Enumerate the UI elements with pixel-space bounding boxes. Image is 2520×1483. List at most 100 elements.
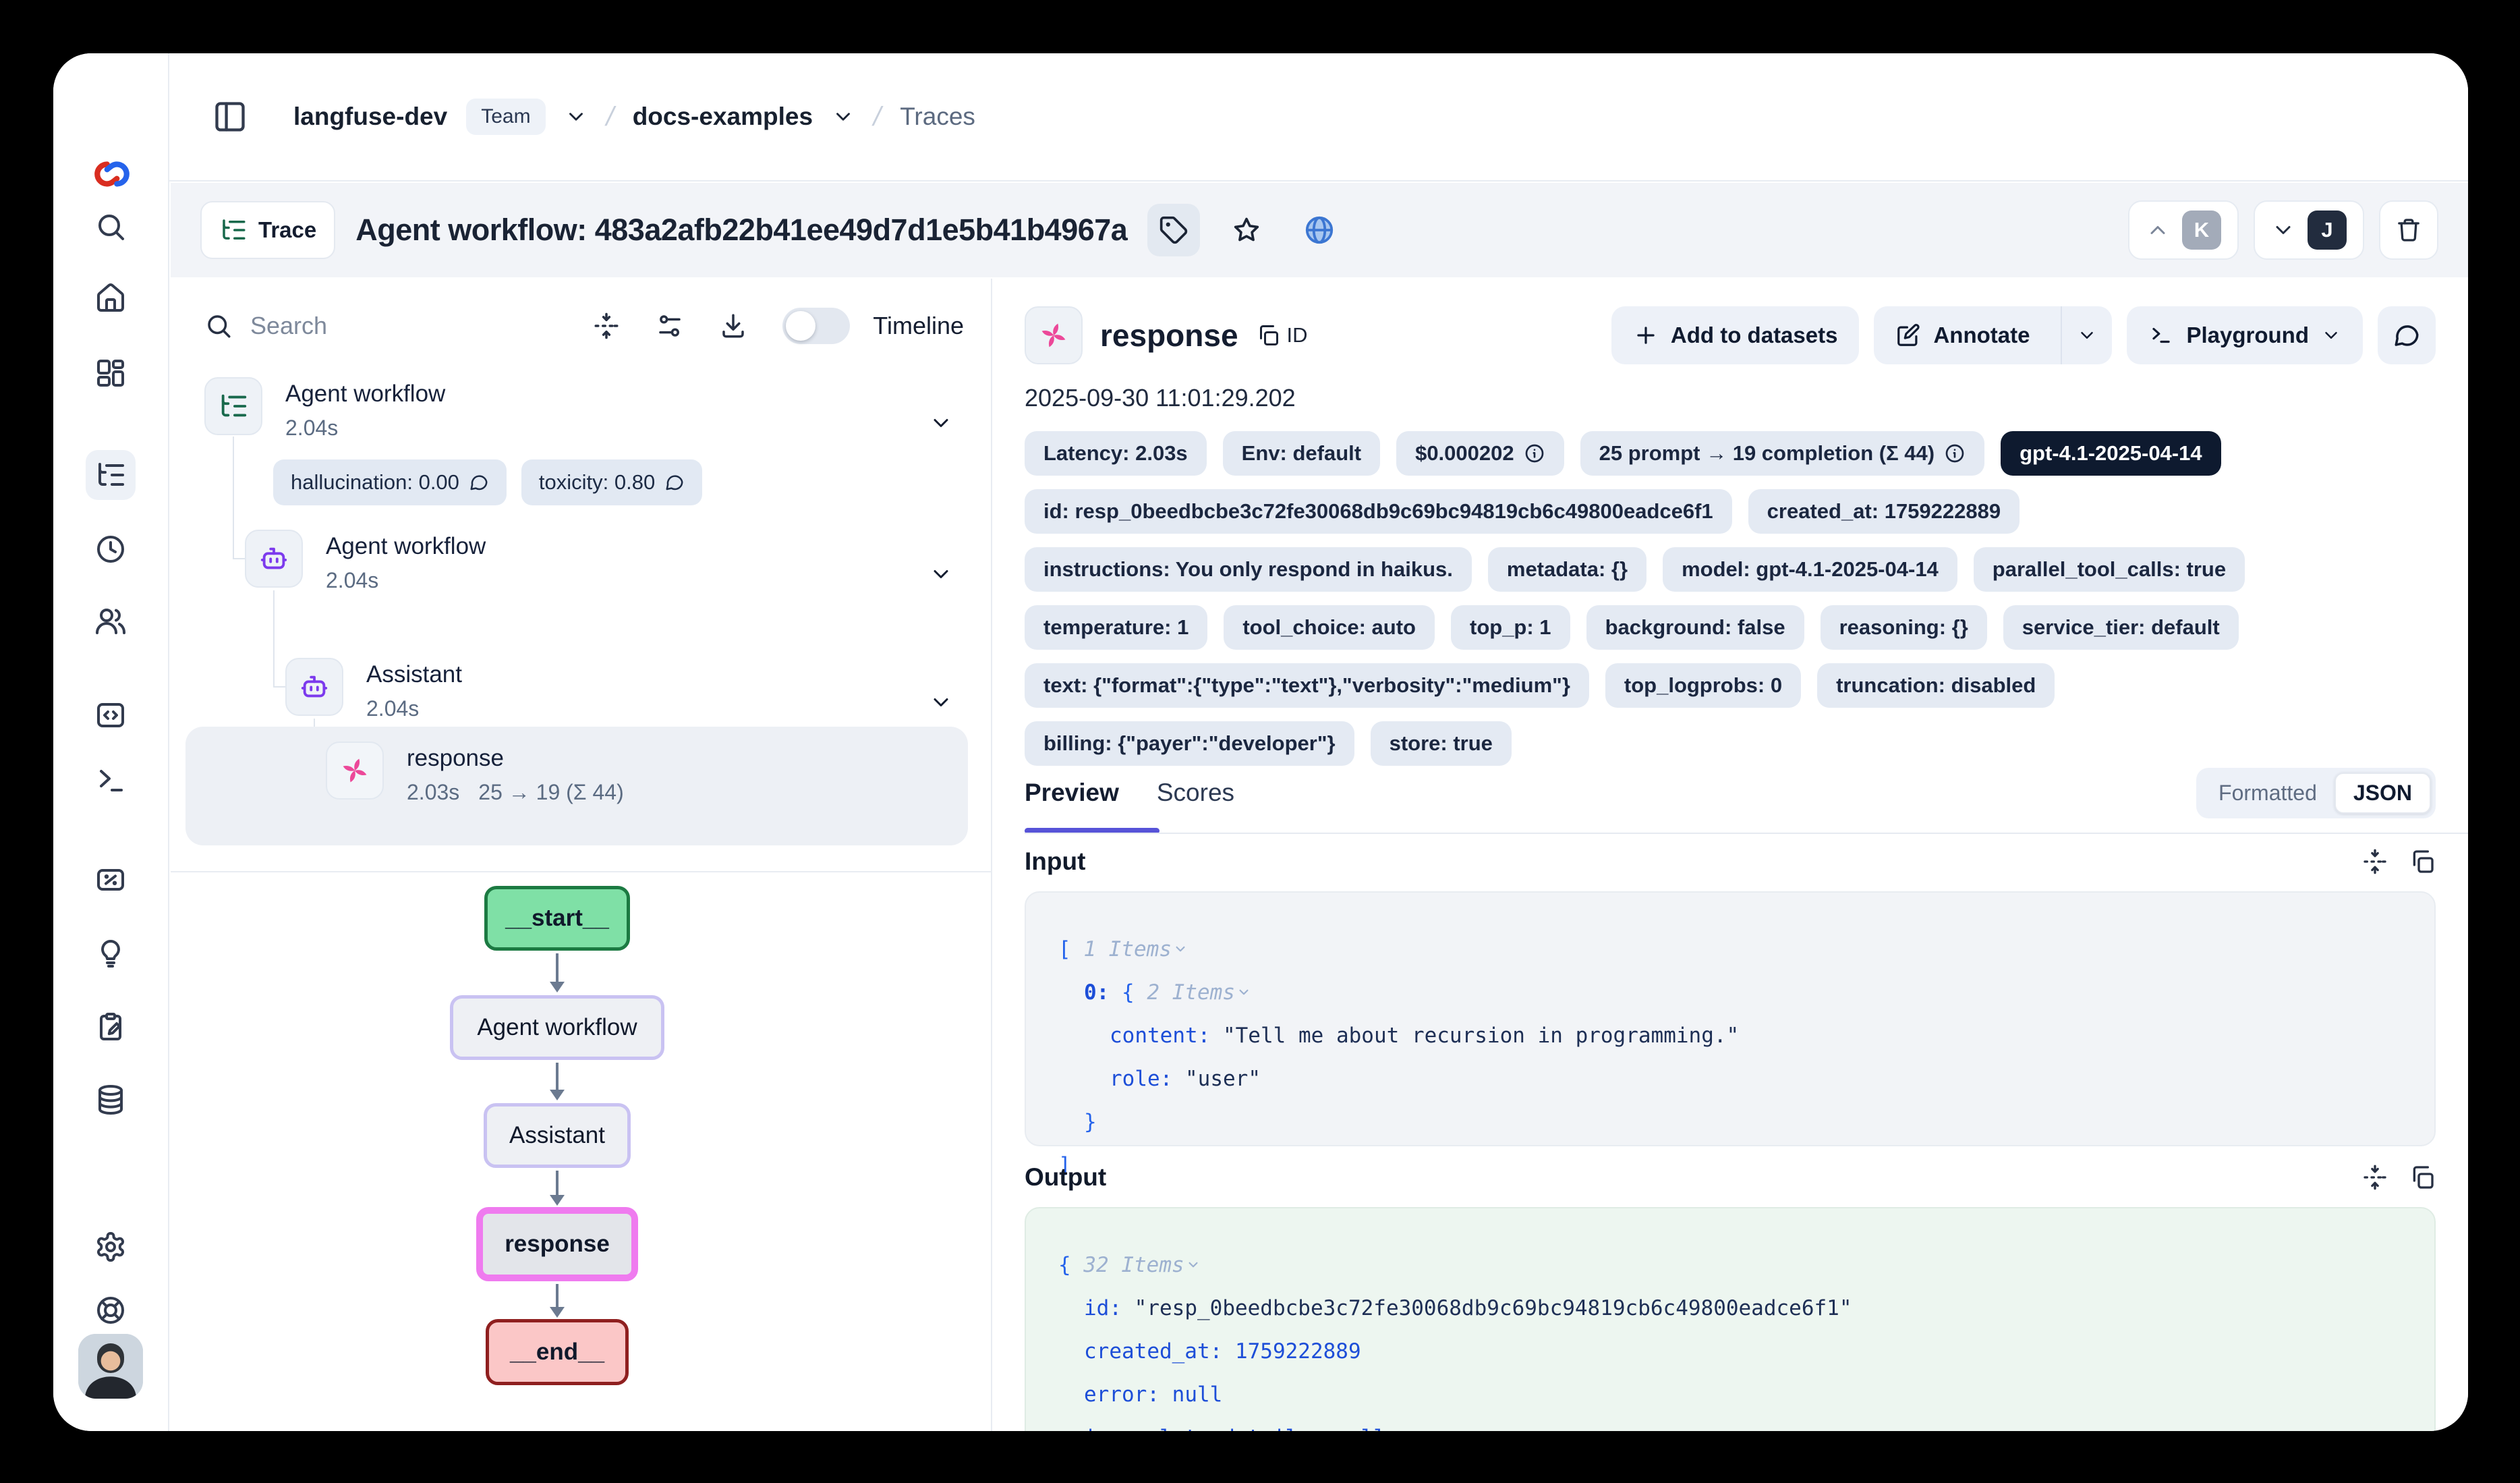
annotation-clipboard-icon[interactable] <box>86 1002 136 1052</box>
evaluators-lightbulb-icon[interactable] <box>86 928 136 978</box>
copy-icon[interactable] <box>2409 848 2436 875</box>
download-icon[interactable] <box>719 312 747 340</box>
service-tier-badge: service_tier: default <box>2003 605 2239 650</box>
copy-id-button[interactable]: ID <box>1256 323 1308 347</box>
annotate-label: Annotate <box>1933 323 2030 348</box>
model-badge[interactable]: gpt-4.1-2025-04-14 <box>2001 431 2221 476</box>
json-key: error: <box>1084 1382 1159 1407</box>
tree-search-input[interactable]: Search <box>204 312 327 340</box>
comments-button[interactable] <box>2378 306 2436 364</box>
format-toggle: Formatted JSON <box>2196 768 2436 818</box>
tree-row-span[interactable]: Agent workflow 2.04s <box>245 530 486 593</box>
dashboard-icon[interactable] <box>86 348 136 398</box>
collapse-all-icon[interactable] <box>592 312 621 340</box>
home-icon[interactable] <box>86 273 136 323</box>
copy-icon[interactable] <box>2409 1164 2436 1191</box>
users-icon[interactable] <box>86 596 136 646</box>
json-string: "resp_0beedbcbe3c72fe30068db9c69bc94819c… <box>1135 1296 1852 1320</box>
score-badge-toxicity[interactable]: toxicity: 0.80 <box>521 459 702 505</box>
tracing-icon[interactable] <box>86 450 136 500</box>
prompts-icon[interactable] <box>86 690 136 740</box>
top-logprobs-badge: top_logprobs: 0 <box>1605 663 1801 708</box>
public-globe-icon[interactable] <box>1293 204 1346 256</box>
chevron-down-icon <box>1235 983 1253 1001</box>
info-icon[interactable] <box>1524 443 1545 464</box>
input-json-viewer: [ 1 Items0: { 2 Itemscontent: "Tell me a… <box>1025 891 2436 1146</box>
comment-icon <box>2393 321 2421 349</box>
star-icon[interactable] <box>1220 204 1273 256</box>
json-string: "user" <box>1185 1067 1261 1091</box>
chevron-down-icon[interactable] <box>929 690 953 715</box>
delete-trace-button[interactable] <box>2379 200 2438 260</box>
tree-row-inner: response 2.03s 25 → 19 (Σ 44) <box>326 742 624 805</box>
top-header: langfuse-dev Team / docs-examples / Trac… <box>169 53 2468 181</box>
org-chevron-down-icon[interactable] <box>565 105 588 128</box>
copy-icon <box>1256 323 1280 347</box>
tree-row-span[interactable]: Assistant 2.04s <box>285 658 462 721</box>
sessions-clock-icon[interactable] <box>86 524 136 574</box>
graph-node-assistant[interactable]: Assistant <box>484 1103 631 1168</box>
tree-settings-icon[interactable] <box>656 312 684 340</box>
tag-icon[interactable] <box>1147 204 1200 256</box>
info-icon[interactable] <box>1944 443 1966 464</box>
graph-node-agent-workflow[interactable]: Agent workflow <box>450 995 664 1060</box>
graph-node-start[interactable]: __start__ <box>484 886 630 951</box>
playground-button[interactable]: Playground <box>2127 306 2363 364</box>
sidebar-toggle-icon[interactable] <box>212 99 248 134</box>
add-to-datasets-button[interactable]: Add to datasets <box>1611 306 1860 364</box>
json-key: 0: <box>1084 980 1109 1005</box>
annotate-button[interactable]: Annotate <box>1874 306 2049 364</box>
annotate-split-button: Annotate <box>1874 306 2112 364</box>
breadcrumb-org[interactable]: langfuse-dev <box>293 103 447 131</box>
json-key: id: <box>1084 1296 1122 1320</box>
project-chevron-down-icon[interactable] <box>832 105 855 128</box>
graph-node-label: __end__ <box>510 1339 604 1366</box>
json-items-meta[interactable]: 32 Items <box>1083 1253 1184 1277</box>
chevron-down-icon[interactable] <box>929 411 953 435</box>
graph-arrow <box>556 1171 559 1196</box>
observation-timestamp: 2025-09-30 11:01:29.202 <box>1025 384 1296 412</box>
collapse-icon[interactable] <box>2361 1164 2388 1191</box>
response-duration: 2.03s <box>407 780 459 805</box>
json-items-meta[interactable]: 2 Items <box>1147 980 1235 1005</box>
tab-scores[interactable]: Scores <box>1157 779 1234 807</box>
playground-terminal-icon[interactable] <box>86 756 136 806</box>
support-lifebuoy-icon[interactable] <box>86 1285 136 1335</box>
json-items-meta[interactable]: 1 Items <box>1083 937 1172 961</box>
breadcrumb-project[interactable]: docs-examples <box>633 103 813 131</box>
graph-node-response[interactable]: response <box>476 1207 638 1281</box>
score-badge-hallucination[interactable]: hallucination: 0.00 <box>273 459 507 505</box>
search-icon <box>204 312 233 340</box>
tree-row-trace[interactable]: Agent workflow 2.04s <box>204 377 445 441</box>
scores-icon[interactable] <box>86 855 136 905</box>
tool-choice-badge: tool_choice: auto <box>1224 605 1435 650</box>
id-label: ID <box>1287 323 1308 347</box>
format-option-json[interactable]: JSON <box>2335 773 2431 814</box>
langfuse-logo[interactable] <box>92 155 132 194</box>
tree-connector <box>233 437 234 559</box>
timeline-toggle[interactable] <box>782 308 850 344</box>
datasets-database-icon[interactable] <box>86 1075 136 1125</box>
trace-tree-icon <box>204 377 262 435</box>
annotate-dropdown-button[interactable] <box>2061 306 2112 364</box>
graph-node-end[interactable]: __end__ <box>486 1319 629 1385</box>
input-section-header: Input <box>1025 844 2436 879</box>
search-nav-icon[interactable] <box>86 202 136 252</box>
tree-row-response-selected[interactable]: response 2.03s 25 → 19 (Σ 44) <box>185 727 968 845</box>
reasoning-badge: reasoning: {} <box>1821 605 1987 650</box>
latency-badge: Latency: 2.03s <box>1025 431 1207 476</box>
prev-trace-button[interactable]: K <box>2128 200 2239 260</box>
user-avatar[interactable] <box>78 1334 143 1399</box>
breadcrumb-separator: / <box>870 102 884 132</box>
org-plan-badge: Team <box>466 99 545 135</box>
next-trace-button[interactable]: J <box>2254 200 2364 260</box>
collapse-icon[interactable] <box>2361 848 2388 875</box>
breadcrumb-section[interactable]: Traces <box>900 103 975 131</box>
chevron-down-icon[interactable] <box>929 562 953 586</box>
tree-row-label: Assistant <box>366 658 462 692</box>
id-badge: id: resp_0beedbcbe3c72fe30068db9c69bc948… <box>1025 489 1732 534</box>
settings-gear-icon[interactable] <box>86 1222 136 1272</box>
tree-row-label: Agent workflow <box>285 377 445 412</box>
tab-preview[interactable]: Preview <box>1025 779 1119 807</box>
format-option-formatted[interactable]: Formatted <box>2201 774 2335 812</box>
